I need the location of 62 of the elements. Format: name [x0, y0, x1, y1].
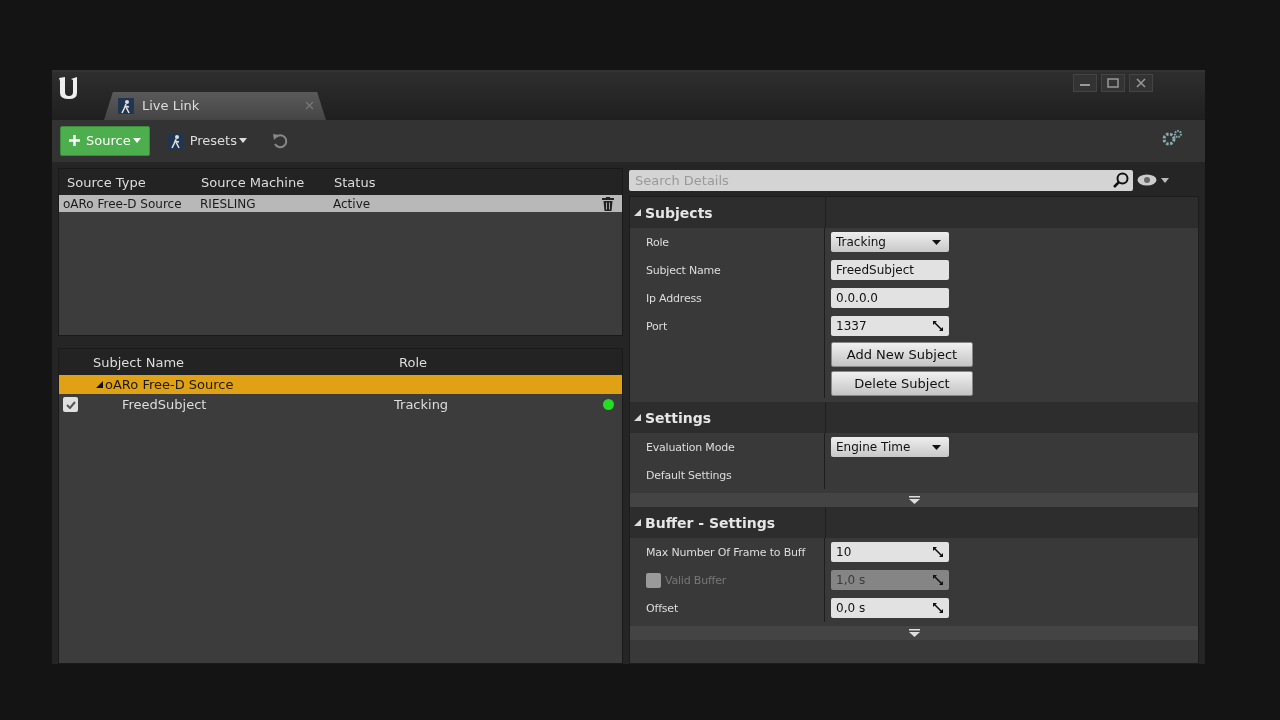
section-header[interactable]: Buffer - Settings [630, 507, 1198, 538]
property-label: Max Number Of Frame to Buff [646, 545, 806, 559]
text-field[interactable]: 0.0.0.0 [831, 288, 949, 308]
resize-arrows-icon [933, 603, 943, 613]
eye-icon[interactable] [1137, 174, 1157, 186]
property-label: Default Settings [646, 468, 732, 482]
person-icon [118, 97, 134, 114]
column-header[interactable]: Source Machine [201, 174, 334, 190]
maximize-icon[interactable] [1101, 74, 1125, 92]
expanded-arrow-icon [634, 414, 641, 421]
number-field[interactable]: 0,0 s [831, 598, 949, 618]
table-cell-text: RIESLING [200, 196, 257, 211]
expand-more-icon[interactable] [908, 629, 920, 637]
section-header[interactable]: Settings [630, 402, 1198, 433]
check-icon [65, 400, 76, 409]
resize-arrows-icon [933, 547, 943, 557]
resize-arrows-icon [933, 575, 943, 585]
plus-icon [69, 135, 80, 147]
column-header[interactable]: Status [334, 174, 376, 190]
action-button[interactable]: Add New Subject [831, 342, 973, 367]
column-header[interactable]: Role [399, 354, 427, 370]
property-label: Ip Address [646, 291, 702, 305]
expanded-arrow-icon[interactable] [96, 381, 103, 388]
caret-icon [932, 239, 941, 245]
number-field[interactable]: 10 [831, 542, 949, 562]
dropdown[interactable]: Tracking [831, 232, 949, 252]
trash-icon[interactable] [602, 196, 614, 211]
property-label: Port [646, 319, 667, 333]
property-label: Offset [646, 601, 678, 615]
property-label: Role [646, 235, 669, 249]
expanded-arrow-icon [634, 519, 641, 526]
live-link-tab[interactable]: Live Link [104, 91, 326, 120]
close-icon[interactable] [1129, 74, 1153, 92]
person-icon [167, 132, 184, 149]
search-icon [1113, 172, 1129, 188]
expanded-arrow-icon [634, 209, 641, 216]
table-cell-text: oARo Free-D Source [62, 196, 183, 211]
caret-icon [132, 138, 141, 144]
caret-icon [238, 138, 247, 144]
column-header[interactable]: Source Type [59, 174, 201, 190]
resize-arrows-icon [933, 321, 943, 331]
column-header[interactable]: Subject Name [59, 354, 399, 370]
property-label: Subject Name [646, 263, 721, 277]
section-header[interactable]: Subjects [630, 197, 1198, 228]
undo-icon[interactable] [270, 131, 289, 150]
number-field[interactable]: 1337 [831, 316, 949, 336]
subject-name: FreedSubject [121, 397, 208, 412]
source-row[interactable]: oARo Free-D Source RIESLING Active [59, 195, 622, 212]
expand-more-icon[interactable] [908, 496, 920, 504]
action-button[interactable]: Delete Subject [831, 371, 973, 396]
presets-button[interactable]: Presets [163, 127, 251, 154]
text-field[interactable]: FreedSubject [831, 260, 949, 280]
dropdown[interactable]: Engine Time [831, 437, 949, 457]
caret-icon [932, 444, 941, 450]
source-group-row[interactable]: oARo Free-D Source [59, 375, 622, 394]
checkbox[interactable] [63, 397, 78, 412]
subject-role: Tracking [394, 397, 450, 412]
caret-icon[interactable] [1161, 177, 1169, 183]
property-label: Valid Buffer [665, 573, 727, 587]
property-label: Evaluation Mode [646, 440, 735, 454]
table-cell-text: Active [333, 196, 372, 211]
minimize-icon[interactable] [1073, 74, 1097, 92]
